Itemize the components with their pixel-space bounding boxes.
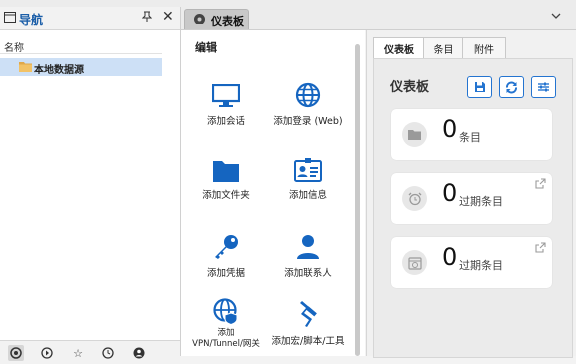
navigation-title: 导航 [19,13,44,27]
add-web-login-button[interactable]: 添加登录 (Web) [268,78,348,128]
add-contact-label: 添加联系人 [284,268,332,279]
tab-dashboard-right[interactable]: 仪表板 [373,37,425,60]
add-vpn-button[interactable]: 添加 VPN/Tunnel/网关 [186,294,266,350]
tab-entries[interactable]: 条目 [423,37,464,60]
folder-icon [402,122,427,147]
expired-entries-card[interactable]: 0 过期条目 [391,173,552,224]
user-icon[interactable] [131,345,147,361]
add-session-label: 添加会话 [206,116,245,127]
monitor-icon [186,78,266,108]
expired-entries-label: 过期条目 [459,195,503,208]
edit-title: 编辑 [195,41,217,54]
id-card-icon [268,152,348,182]
play-icon[interactable] [39,345,55,361]
add-folder-button[interactable]: 添加文件夹 [186,152,266,202]
add-info-button[interactable]: 添加信息 [268,152,348,202]
globe-shield-icon [186,294,266,324]
edit-panel-scrollbar[interactable] [355,44,360,356]
tab-attachments[interactable]: 附件 [462,37,506,60]
external-link-icon[interactable] [535,178,546,189]
dashboard-panel: 仪表板 条目 附件 仪表板 0 条目 0 过期条目 0 过期条目 [366,30,576,358]
entries-count: 0 [442,115,458,143]
external-link-icon[interactable] [535,242,546,253]
settings-sliders-button[interactable] [531,76,556,98]
folder-icon [19,61,32,75]
entries-card[interactable]: 0 条目 [391,109,552,160]
calendar-clock-icon [402,250,427,275]
entries-label: 条目 [459,131,481,144]
alarm-clock-icon [402,186,427,211]
star-icon[interactable]: ☆ [70,345,86,361]
column-header[interactable]: 名称 [0,37,162,54]
folder-icon [186,152,266,182]
add-info-label: 添加信息 [288,190,327,201]
save-button[interactable] [467,76,492,98]
edit-panel: 编辑 添加会话 添加登录 (Web) 添加文件夹 添加信息 添加凭据 添加联系人… [181,30,365,356]
gauge-icon [193,13,206,27]
dashboard-title: 仪表板 [390,80,430,95]
tree-item-local-datasource[interactable]: 本地数据源 [0,58,162,76]
add-macro-label: 添加宏/脚本/工具 [271,336,345,347]
script-icon [268,298,348,328]
add-contact-button[interactable]: 添加联系人 [268,230,348,280]
key-icon [186,230,266,260]
expired-entries-count: 0 [442,179,458,207]
navigation-bottom-toolbar: ☆ [0,340,180,364]
column-header-label: 名称 [4,43,24,54]
refresh-button[interactable] [499,76,524,98]
person-icon [268,230,348,260]
add-web-login-label: 添加登录 (Web) [273,116,343,127]
chevron-down-icon[interactable] [551,10,561,23]
navigation-header: 导航 ✕ [0,7,180,30]
expiring-entries-count: 0 [442,243,458,271]
tab-dashboard[interactable]: 仪表板 [184,9,249,29]
panel-icon [4,12,16,26]
add-folder-label: 添加文件夹 [202,190,250,201]
datasource-view-icon[interactable] [8,345,24,361]
expiring-entries-card[interactable]: 0 过期条目 [391,237,552,288]
history-icon[interactable] [100,345,116,361]
globe-icon [268,78,348,108]
pin-icon[interactable] [141,11,153,25]
expiring-entries-label: 过期条目 [459,259,503,272]
dashboard-content: 仪表板 0 条目 0 过期条目 0 过期条目 [373,58,573,358]
add-session-button[interactable]: 添加会话 [186,78,266,128]
add-vpn-label: 添加 VPN/Tunnel/网关 [192,328,260,349]
close-icon[interactable]: ✕ [162,9,174,25]
add-credential-label: 添加凭据 [206,268,245,279]
tree-item-label: 本地数据源 [34,65,84,76]
add-credential-button[interactable]: 添加凭据 [186,230,266,280]
tab-dashboard-label: 仪表板 [211,15,244,28]
navigation-pane: 导航 ✕ 名称 本地数据源 ☆ [0,7,181,364]
document-tab-bar: 仪表板 [181,7,576,30]
add-macro-button[interactable]: 添加宏/脚本/工具 [268,298,348,348]
